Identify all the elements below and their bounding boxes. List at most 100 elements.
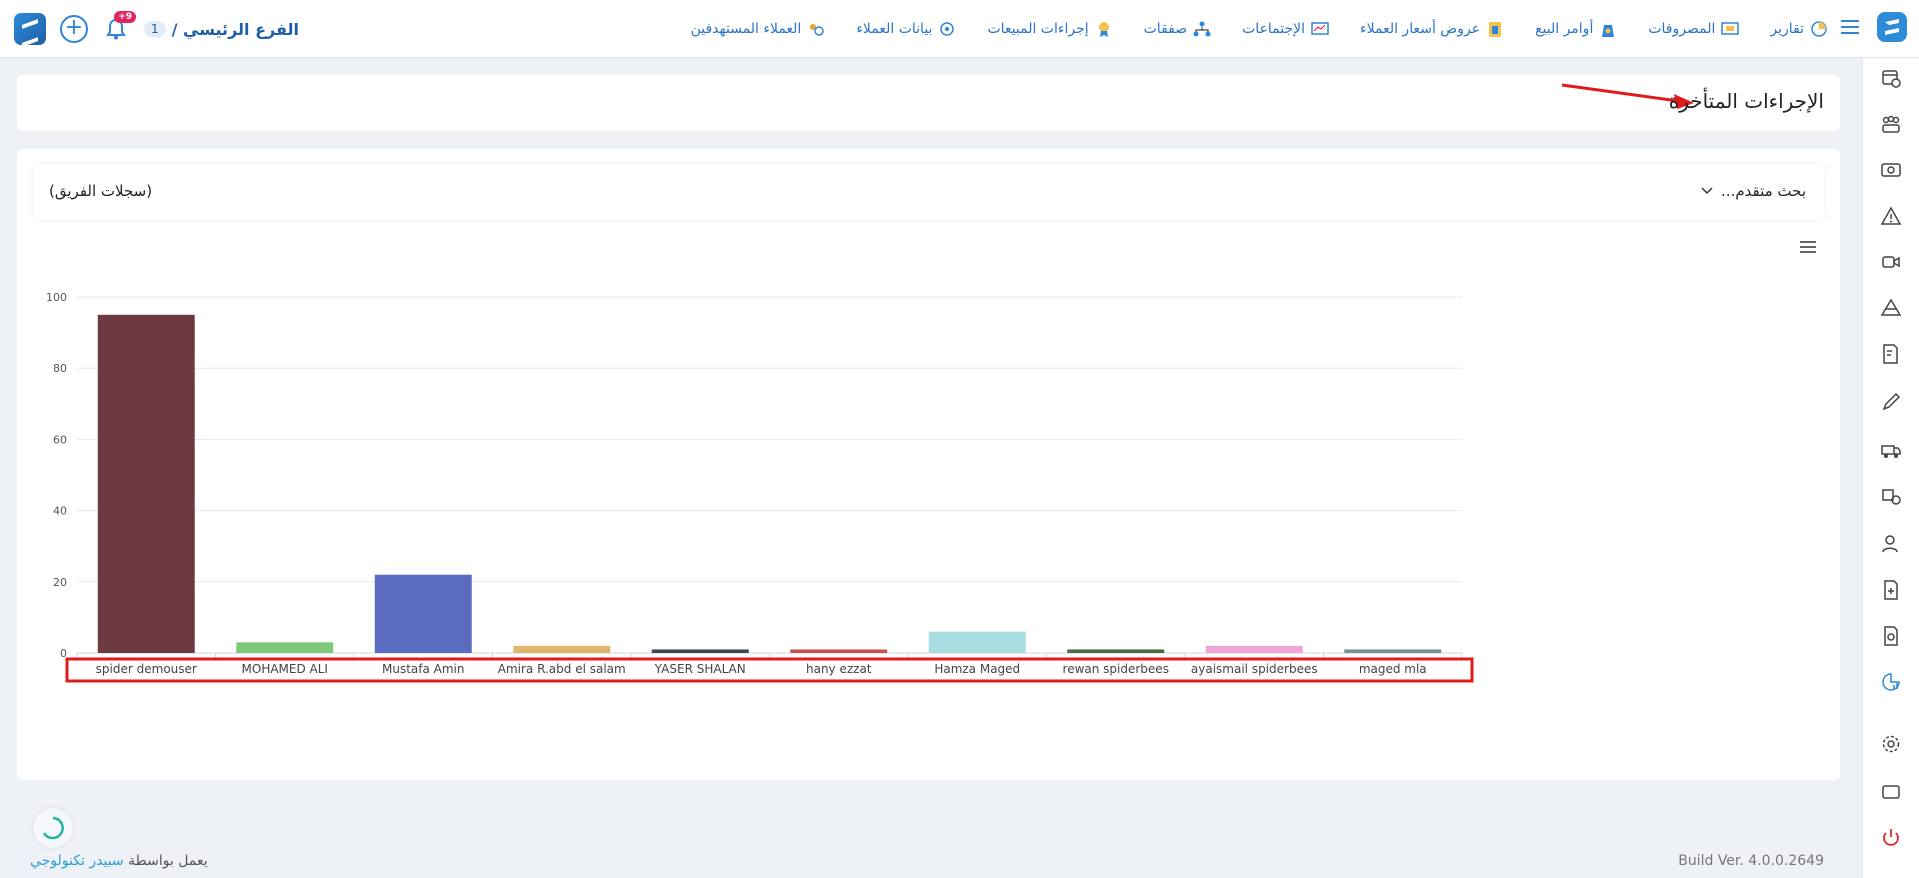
bar (97, 314, 195, 653)
report-chart-icon (1882, 673, 1900, 691)
bar (1067, 649, 1165, 653)
x-tick-label: Hamza Maged (934, 662, 1020, 676)
sidebar-item-settings[interactable] (1879, 732, 1903, 756)
sidebar-item-pyramid[interactable] (1879, 296, 1903, 320)
powered-brand-link[interactable]: سبيدر تكنولوجي (30, 853, 124, 869)
title-card: الإجراءات المتأخرة (17, 75, 1840, 131)
window-icon (1882, 785, 1900, 799)
meetings-icon (1311, 22, 1329, 35)
sales-orders-icon (1602, 25, 1615, 37)
nav-item-quotes[interactable]: عروض أسعار العملاء (1360, 20, 1505, 38)
sidebar-item-payments[interactable] (1879, 624, 1903, 648)
payment-icon (1884, 626, 1898, 646)
sidebar-item-logout[interactable] (1879, 826, 1903, 850)
right-sidebar (1862, 58, 1919, 878)
y-tick-label: 40 (53, 505, 67, 518)
bar (928, 631, 1026, 653)
nav-item-label: إجراءات المبيعات (987, 21, 1089, 37)
power-icon (1883, 829, 1899, 846)
x-tick-label: Mustafa Amin (382, 662, 465, 676)
invoice-icon (1883, 344, 1898, 364)
bar-chart: 020406080100spider demouser MOHAMED ALI Mu… (46, 291, 1474, 683)
filter-bar: بحث متقدم... (سجلات الفريق) (33, 164, 1824, 220)
nav-item-customer-data[interactable]: بيانات العملاء (856, 20, 957, 38)
nav-item-expenses[interactable]: المصروفات (1648, 20, 1740, 38)
build-version: Build Ver. 4.0.0.2649 (1678, 853, 1824, 869)
sidebar-item-invoices[interactable] (1879, 342, 1903, 366)
money-icon (1881, 163, 1901, 177)
x-tick-label: Amira R.abd el salam (498, 662, 626, 676)
nav-item-target-customers[interactable]: العملاء المستهدفين (691, 20, 827, 38)
top-bar: + +9 الفرع الرئيسي / 1 العملاء المستهدفي… (0, 0, 1919, 58)
delivery-icon (1882, 489, 1901, 505)
y-tick-label: 20 (53, 576, 67, 589)
advanced-search-toggle[interactable]: بحث متقدم... (1701, 182, 1806, 200)
page-title: الإجراءات المتأخرة (1668, 89, 1824, 113)
deals-icon (1193, 21, 1211, 37)
nav-item-deals[interactable]: صفقات (1144, 20, 1213, 38)
nav-item-label: صفقات (1143, 21, 1188, 37)
nav-item-sales-orders[interactable]: أوامر البيع (1535, 20, 1618, 38)
nav-item-sales-actions[interactable]: إجراءات المبيعات (987, 20, 1113, 38)
sidebar-item-add-doc[interactable] (1879, 578, 1903, 602)
x-tick-label: spider demouser (96, 662, 197, 676)
x-tick-label: maged mla (1359, 662, 1427, 676)
top-bar-left-group: + +9 الفرع الرئيسي / 1 (14, 11, 299, 45)
branch-selector[interactable]: الفرع الرئيسي / 1 (144, 20, 299, 39)
bar (651, 649, 749, 653)
nav-item-label: بيانات العملاء (856, 21, 933, 37)
brand-logo-icon[interactable] (1875, 10, 1909, 44)
main-nav: العملاء المستهدفين بيانات العملاء إجراءات … (691, 0, 1829, 58)
sidebar-item-sign[interactable] (1879, 390, 1903, 414)
sidebar-item-delivery[interactable] (1879, 484, 1903, 508)
notification-badge: +9 (114, 11, 136, 23)
sidebar-item-reports[interactable] (1879, 670, 1903, 694)
x-tick-label: hany ezzat (806, 662, 872, 676)
x-tick-label: MOHAMED ALI (242, 662, 328, 676)
pen-icon (1882, 392, 1901, 411)
customer-data-icon (940, 22, 955, 36)
sidebar-item-team[interactable] (1879, 112, 1903, 136)
user-icon (1882, 535, 1898, 553)
sidebar-item-cash[interactable] (1879, 158, 1903, 182)
expenses-icon (1721, 22, 1740, 35)
sidebar-item-dashboard[interactable] (1879, 66, 1903, 90)
menu-toggle-icon[interactable] (1841, 20, 1859, 34)
nav-item-meetings[interactable]: الإجتماعات (1242, 20, 1330, 38)
y-tick-label: 80 (53, 362, 67, 375)
powered-prefix: يعمل بواسطة (123, 853, 208, 869)
sidebar-item-users[interactable] (1879, 532, 1903, 556)
chart-menu-icon[interactable] (1800, 241, 1816, 253)
sidebar-item-shipping[interactable] (1879, 438, 1903, 462)
bar (1205, 645, 1303, 653)
bar (374, 574, 472, 653)
sidebar-item-alerts[interactable] (1879, 204, 1903, 228)
app-logo-icon[interactable] (14, 13, 46, 45)
target-customers-icon (810, 24, 825, 36)
truck-icon (1881, 445, 1901, 458)
team-records-label: (سجلات الفريق) (49, 182, 153, 200)
warning-icon (1880, 206, 1902, 225)
nav-item-reports[interactable]: تقارير (1770, 20, 1829, 38)
notifications-button[interactable]: +9 (102, 11, 136, 43)
branch-name: الفرع الرئيسي / (171, 19, 299, 39)
x-tick-label: rewan spiderbees (1063, 662, 1169, 676)
add-document-icon (1884, 580, 1898, 600)
calendar-add-icon (1882, 70, 1901, 88)
sidebar-item-video[interactable] (1879, 250, 1903, 274)
sales-actions-icon (1098, 22, 1109, 37)
nav-item-label: عروض أسعار العملاء (1360, 21, 1481, 37)
add-button[interactable]: + (60, 15, 88, 43)
sidebar-item-window[interactable] (1879, 780, 1903, 804)
advanced-search-label: بحث متقدم... (1721, 182, 1806, 200)
pyramid-icon (1880, 298, 1902, 316)
x-tick-label: YASER SHALAN (654, 662, 746, 676)
nav-item-label: المصروفات (1648, 21, 1716, 37)
nav-item-label: العملاء المستهدفين (690, 21, 802, 37)
bar (1344, 649, 1442, 653)
chevron-down-icon (1701, 187, 1713, 195)
video-icon (1882, 256, 1900, 268)
nav-item-label: تقارير (1770, 21, 1804, 37)
x-tick-label: ayaismail spiderbees (1191, 662, 1318, 676)
team-icon (1882, 115, 1900, 133)
